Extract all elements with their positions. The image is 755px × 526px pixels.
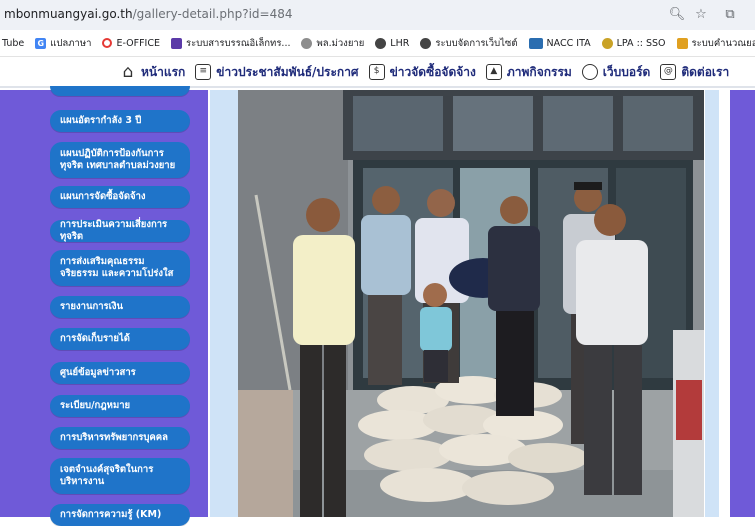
url-field[interactable]: mbonmuangyai.go.th/gallery-detail.php?id… <box>4 7 293 21</box>
sidebar-item-integrity[interactable]: เจตจำนงค์สุจริตในการบริหารงาน <box>50 458 190 494</box>
translate-icon: G <box>35 37 47 49</box>
bookmark-muangyai[interactable]: พล.ม่วงยาย <box>301 36 364 51</box>
sidebar-item-info-center[interactable]: ศูนย์ข้อมูลข่าวสาร <box>50 362 190 384</box>
sidebar-item-km[interactable]: การจัดการความรู้ (KM) <box>50 504 190 526</box>
bookmark-label: ระบบคำนวณยอดยยการ... <box>691 37 755 49</box>
bookmark-label: LPA :: SSO <box>616 37 666 49</box>
sidebar-item-risk-assessment[interactable]: การประเมินความเสี่ยงการทุจริต <box>50 219 190 242</box>
content-border-left <box>210 90 238 517</box>
home-icon: ⌂ <box>122 62 134 82</box>
sidebar-item-label: ศูนย์ข้อมูลข่าวสาร <box>60 367 136 379</box>
sidebar-item-label: การจัดการความรู้ (KM) <box>60 509 162 521</box>
globe-icon <box>420 37 432 49</box>
nav-label: ข่าวจัดซื้อจัดจ้าง <box>389 64 476 79</box>
nav-news[interactable]: ≡ ข่าวประชาสัมพันธ์/ประกาศ <box>195 63 359 82</box>
extensions-icon[interactable]: ⧉ <box>720 5 740 25</box>
url-path: /gallery-detail.php?id=484 <box>132 7 293 21</box>
nav-home[interactable]: ⌂ หน้าแรก <box>120 62 186 82</box>
sidebar-item-cutoff[interactable] <box>50 86 190 96</box>
url-host: mbonmuangyai.go.th <box>4 7 133 21</box>
lpa-icon <box>601 37 613 49</box>
sidebar-menu: แผนอัตรากำลัง 3 ปี แผนปฏิบัติการป้องกันก… <box>0 86 208 526</box>
bookmark-lhr[interactable]: LHR <box>375 37 410 49</box>
bookmark-website-admin[interactable]: ระบบจัดการเว็บไซต์ <box>420 36 518 51</box>
star-icon[interactable]: ☆ <box>691 5 711 25</box>
sidebar-item-label: เจตจำนงค์สุจริตในการบริหารงาน <box>60 464 154 487</box>
procurement-icon: $ <box>368 64 385 80</box>
nav-procurement[interactable]: $ ข่าวจัดซื้อจัดจ้าง <box>368 63 476 82</box>
nav-gallery[interactable]: ▲ ภาพกิจกรรม <box>485 63 572 82</box>
bookmark-calculator[interactable]: ระบบคำนวณยอดยยการ... <box>676 36 755 51</box>
sidebar-item-anti-corruption-plan[interactable]: แผนปฏิบัติการป้องกันการทุจริต เทศบาลตำบล… <box>50 142 190 178</box>
gallery-photo[interactable] <box>238 90 704 517</box>
sidebar-item-label: การส่งเสริมคุณธรรม จริยธรรม และความโปร่ง… <box>60 256 174 279</box>
bookmark-label: ระบบจัดการเว็บไซต์ <box>435 37 518 49</box>
bookmark-youtube[interactable]: Tube <box>2 38 24 49</box>
site-nav: ⌂ หน้าแรก ≡ ข่าวประชาสัมพันธ์/ประกาศ $ ข่าว… <box>0 58 755 88</box>
sidebar-item-hr[interactable]: การบริหารทรัพยากรบุคคล <box>50 427 190 449</box>
gallery-icon: ▲ <box>485 64 502 80</box>
sidebar-item-manpower-plan[interactable]: แผนอัตรากำลัง 3 ปี <box>50 110 190 132</box>
nav-label: ติดต่อเรา <box>681 64 730 79</box>
webboard-icon <box>581 64 598 80</box>
sidebar-item-regulations[interactable]: ระเบียบ/กฎหมาย <box>50 395 190 417</box>
bookmark-label: E-OFFICE <box>116 37 160 49</box>
contact-icon: @ <box>660 64 677 80</box>
nav-contact[interactable]: @ ติดต่อเรา <box>660 63 729 82</box>
bookmark-label: LHR <box>390 37 410 49</box>
search-icon[interactable]: 🔍︎ <box>667 5 687 25</box>
nav-label: ข่าวประชาสัมพันธ์/ประกาศ <box>216 64 359 79</box>
bookmark-label: NACC ITA <box>546 37 591 49</box>
bookmark-saraban[interactable]: ระบบสารบรรณอิเล็กทร... <box>170 36 291 51</box>
bookmark-label: แปลภาษา <box>50 37 92 49</box>
chart-icon <box>676 37 688 49</box>
sidebar-item-ethics[interactable]: การส่งเสริมคุณธรรม จริยธรรม และความโปร่ง… <box>50 250 190 286</box>
sidebar-item-label: การบริหารทรัพยากรบุคคล <box>60 432 168 444</box>
nacc-icon <box>528 37 543 49</box>
sidebar-item-label: แผนการจัดซื้อจัดจ้าง <box>60 191 146 203</box>
bookmark-nacc-ita[interactable]: NACC ITA <box>528 37 591 49</box>
nav-label: เว็บบอร์ด <box>602 64 651 79</box>
sidebar-item-procurement-plan[interactable]: แผนการจัดซื้อจัดจ้าง <box>50 186 190 208</box>
bookmark-label: พล.ม่วงยาย <box>316 37 365 49</box>
news-icon: ≡ <box>195 64 212 80</box>
right-sidebar-bg <box>730 90 755 517</box>
sidebar-item-revenue[interactable]: การจัดเก็บรายได้ <box>50 328 190 350</box>
nav-webboard[interactable]: เว็บบอร์ด <box>581 63 651 82</box>
sidebar-item-label: ระเบียบ/กฎหมาย <box>60 400 131 412</box>
sidebar-item-label: การประเมินความเสี่ยงการทุจริต <box>60 219 168 242</box>
eoffice-icon <box>102 38 113 48</box>
bookmark-eoffice[interactable]: E-OFFICE <box>102 38 160 49</box>
content-border-right <box>705 90 719 517</box>
nav-label: หน้าแรก <box>141 64 186 79</box>
sidebar-item-financial-report[interactable]: รายงานการเงิน <box>50 296 190 318</box>
nav-label: ภาพกิจกรรม <box>506 64 572 79</box>
sidebar-item-label: รายงานการเงิน <box>60 301 124 313</box>
sidebar-item-label: การจัดเก็บรายได้ <box>60 333 130 345</box>
sidebar-item-label: แผนปฏิบัติการป้องกันการทุจริต เทศบาลตำบล… <box>60 148 176 171</box>
bookmarks-bar: Tube G แปลภาษา E-OFFICE ระบบสารบรรณอิเล็ก… <box>0 30 755 57</box>
bookmark-label: ระบบสารบรรณอิเล็กทร... <box>185 37 291 49</box>
bookmark-label: Tube <box>2 37 25 49</box>
browser-address-bar[interactable]: mbonmuangyai.go.th/gallery-detail.php?id… <box>0 0 755 30</box>
bookmark-lpa-sso[interactable]: LPA :: SSO <box>601 37 666 49</box>
sidebar-item-label: แผนอัตรากำลัง 3 ปี <box>60 115 142 127</box>
globe-icon <box>375 37 387 49</box>
doc-icon <box>170 37 182 49</box>
bookmark-translate[interactable]: G แปลภาษา <box>35 36 91 51</box>
seal-icon <box>301 37 313 49</box>
